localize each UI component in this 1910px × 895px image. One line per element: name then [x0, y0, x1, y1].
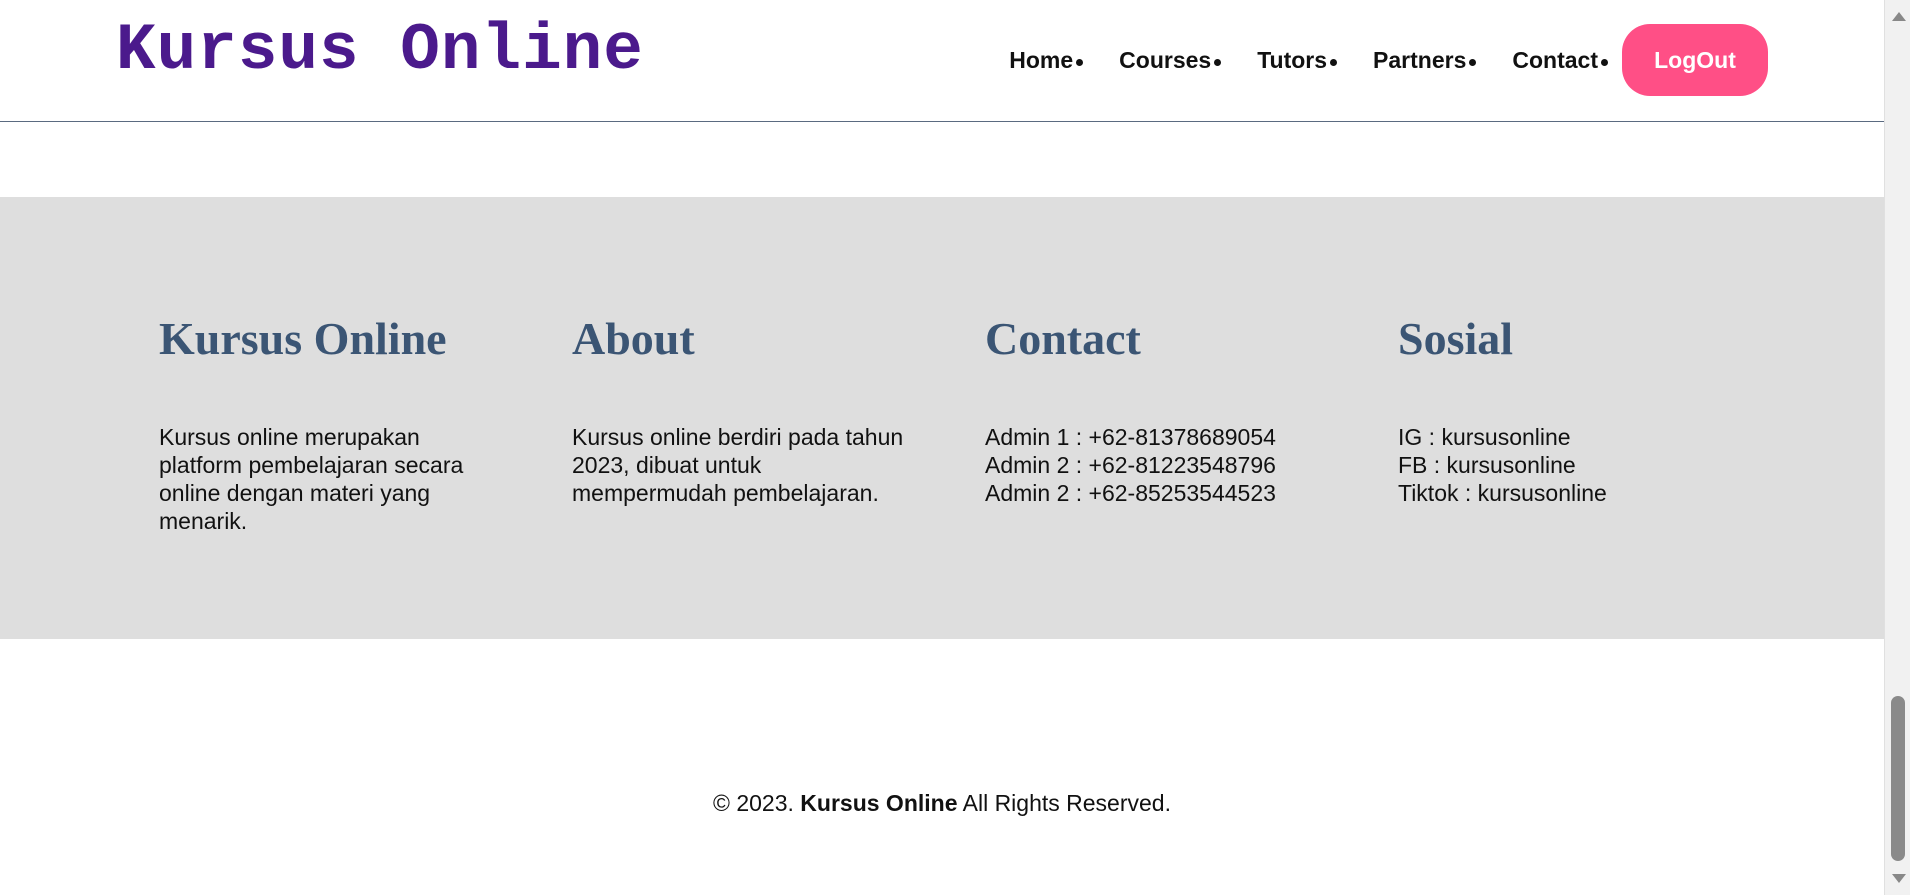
bullet-icon	[1076, 58, 1084, 66]
logout-button[interactable]: LogOut	[1622, 24, 1768, 96]
footer-column-body: IG : kursusonline FB : kursusonline Tikt…	[1398, 423, 1738, 507]
nav-courses-label: Courses	[1119, 46, 1212, 73]
contact-admin-line: Admin 1 : +62-81378689054	[985, 424, 1276, 450]
nav-contact-link[interactable]: Contact	[1512, 47, 1608, 74]
nav-contact-label: Contact	[1512, 46, 1598, 73]
contact-admin-line: Admin 2 : +62-81223548796	[985, 452, 1276, 478]
footer-about-description: Kursus online berdiri pada tahun 2023, d…	[572, 424, 904, 506]
nav-home-link[interactable]: Home	[1009, 46, 1084, 74]
main-nav: Home Courses Tutors Partners Contact Log…	[1009, 24, 1768, 96]
bullet-icon	[1601, 58, 1608, 66]
social-account-line: FB : kursusonline	[1398, 452, 1576, 478]
nav-tutors-label: Tutors	[1257, 46, 1328, 73]
bullet-icon	[1469, 58, 1477, 66]
footer-column-title: Kursus Online	[159, 313, 447, 364]
site-logo[interactable]: Kursus Online	[116, 18, 644, 84]
footer-column-title: About	[572, 313, 695, 364]
scroll-up-icon[interactable]	[1892, 12, 1906, 21]
site-header: Kursus Online Home Courses Tutors Partne…	[0, 0, 1884, 122]
social-account-line: Tiktok : kursusonline	[1398, 480, 1607, 506]
nav-tutors-link[interactable]: Tutors	[1257, 46, 1338, 74]
page: Kursus Online Home Courses Tutors Partne…	[0, 0, 1884, 895]
footer-column-body: Admin 1 : +62-81378689054 Admin 2 : +62-…	[985, 423, 1325, 507]
footer-column-body: Kursus online merupakan platform pembela…	[159, 423, 499, 535]
nav-partners-link[interactable]: Partners	[1373, 46, 1477, 74]
scrollbar-thumb[interactable]	[1891, 696, 1905, 861]
footer-brand-description: Kursus online merupakan platform pembela…	[159, 424, 464, 534]
footer-column-title: Sosial	[1398, 313, 1514, 364]
bullet-icon	[1330, 58, 1338, 66]
footer-info-section: Kursus Online Kursus online merupakan pl…	[0, 197, 1884, 639]
copyright-brand: Kursus Online	[800, 790, 958, 816]
contact-admin-line: Admin 2 : +62-85253544523	[985, 480, 1276, 506]
copyright-suffix: All Rights Reserved.	[962, 790, 1171, 816]
nav-courses-link[interactable]: Courses	[1119, 46, 1222, 74]
scroll-down-icon[interactable]	[1892, 874, 1906, 883]
nav-partners-label: Partners	[1373, 46, 1467, 73]
social-account-line: IG : kursusonline	[1398, 424, 1571, 450]
footer-column-body: Kursus online berdiri pada tahun 2023, d…	[572, 423, 912, 507]
vertical-scrollbar[interactable]	[1884, 0, 1910, 895]
footer-column-title: Contact	[985, 313, 1141, 364]
nav-home-label: Home	[1009, 46, 1074, 73]
copyright-prefix: © 2023.	[713, 790, 794, 816]
copyright-text: © 2023. Kursus Online All Rights Reserve…	[0, 790, 1884, 817]
bullet-icon	[1214, 58, 1222, 66]
